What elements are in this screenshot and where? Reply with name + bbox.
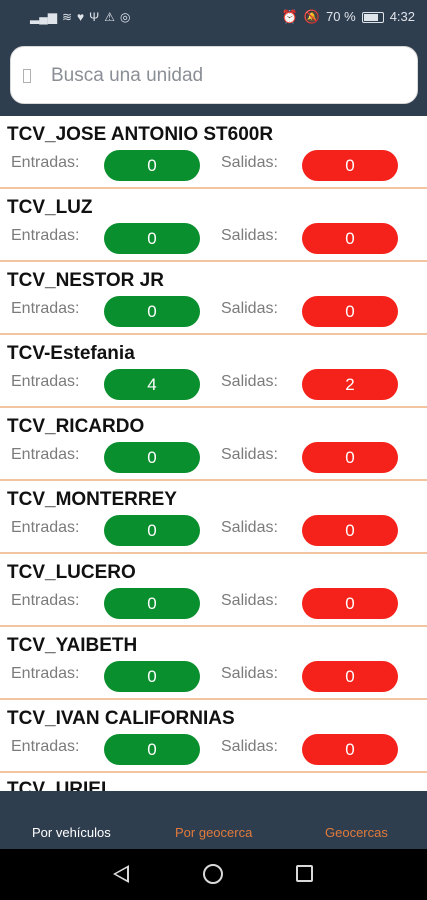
entradas-count[interactable]: 4 — [104, 369, 200, 400]
clock: 4:32 — [389, 9, 415, 24]
tab-por-geocerca[interactable]: Por geocerca — [175, 825, 252, 840]
entradas-label: Entradas: — [11, 592, 80, 609]
unit-list[interactable]: TCV_JOSE ANTONIO ST600R Entradas: 0 Sali… — [0, 116, 427, 791]
tab-por-vehiculos[interactable]: Por vehículos — [32, 825, 111, 840]
unit-name: TCV-Estefania — [7, 343, 135, 364]
entradas-count[interactable]: 0 — [104, 223, 200, 254]
salidas-label: Salidas: — [221, 227, 278, 244]
warning-icon: ⚠ — [104, 10, 115, 24]
battery-icon — [361, 11, 384, 23]
list-item[interactable]: TCV-Estefania Entradas: 4 Salidas: 2 — [0, 335, 427, 408]
entradas-count[interactable]: 0 — [104, 150, 200, 181]
salidas-count[interactable]: 0 — [302, 515, 398, 546]
wifi-icon: ≋ — [61, 10, 73, 24]
list-item[interactable]: TCV_JOSE ANTONIO ST600R Entradas: 0 Sali… — [0, 116, 427, 189]
search-header — [0, 36, 427, 116]
entradas-label: Entradas: — [11, 227, 80, 244]
entradas-count[interactable]: 0 — [104, 661, 200, 692]
salidas-count[interactable]: 0 — [302, 588, 398, 619]
entradas-label: Entradas: — [11, 373, 80, 390]
salidas-label: Salidas: — [221, 592, 278, 609]
status-icons-left: ▂▄▆ ≋ ♥ Ψ ⚠ ◎ — [30, 10, 130, 24]
unit-name: TCV_YAIBETH — [7, 635, 138, 656]
list-item[interactable]: TCV_YAIBETH Entradas: 0 Salidas: 0 — [0, 627, 427, 700]
bottom-tab-bar: Por vehículos Por geocerca Geocercas — [0, 791, 427, 849]
unit-name: TCV_LUZ — [7, 197, 93, 218]
salidas-label: Salidas: — [221, 519, 278, 536]
salidas-label: Salidas: — [221, 738, 278, 755]
unit-name: TCV_URIEL — [7, 779, 113, 791]
salidas-label: Salidas: — [221, 154, 278, 171]
unit-name: TCV_JOSE ANTONIO ST600R — [7, 124, 274, 145]
entradas-count[interactable]: 0 — [104, 588, 200, 619]
list-item[interactable]: TCV_MONTERREY Entradas: 0 Salidas: 0 — [0, 481, 427, 554]
entradas-label: Entradas: — [11, 665, 80, 682]
entradas-label: Entradas: — [11, 154, 80, 171]
search-input[interactable] — [51, 57, 401, 95]
salidas-count[interactable]: 0 — [302, 734, 398, 765]
entradas-label: Entradas: — [11, 738, 80, 755]
entradas-label: Entradas: — [11, 446, 80, 463]
android-nav-bar — [0, 849, 427, 900]
list-item[interactable]: TCV_LUZ Entradas: 0 Salidas: 0 — [0, 189, 427, 262]
salidas-count[interactable]: 0 — [302, 223, 398, 254]
back-icon[interactable] — [113, 865, 129, 883]
battery-percent: 70 % — [326, 9, 356, 24]
signal-icon: ▂▄▆ — [30, 10, 57, 24]
salidas-count[interactable]: 2 — [302, 369, 398, 400]
salidas-count[interactable]: 0 — [302, 150, 398, 181]
unit-name: TCV_LUCERO — [7, 562, 136, 583]
entradas-count[interactable]: 0 — [104, 734, 200, 765]
salidas-label: Salidas: — [221, 665, 278, 682]
search-icon — [23, 69, 31, 83]
entradas-count[interactable]: 0 — [104, 442, 200, 473]
home-icon[interactable] — [203, 864, 223, 884]
alarm-icon: ⏰ — [281, 9, 298, 24]
salidas-label: Salidas: — [221, 446, 278, 463]
unit-name: TCV_MONTERREY — [7, 489, 177, 510]
list-item[interactable]: TCV_RICARDO Entradas: 0 Salidas: 0 — [0, 408, 427, 481]
tab-geocercas[interactable]: Geocercas — [325, 825, 388, 840]
unit-name: TCV_RICARDO — [7, 416, 145, 437]
search-box[interactable] — [10, 46, 418, 104]
heart-icon: ♥ — [77, 10, 85, 24]
mute-icon: 🔕 — [303, 9, 321, 24]
salidas-count[interactable]: 0 — [302, 661, 398, 692]
salidas-label: Salidas: — [221, 300, 278, 317]
recents-icon[interactable] — [296, 865, 313, 882]
usb-icon: Ψ — [89, 10, 100, 24]
status-bar: ▂▄▆ ≋ ♥ Ψ ⚠ ◎ ⏰ 🔕 70 % 4:32 — [0, 0, 427, 36]
app-screen: ▂▄▆ ≋ ♥ Ψ ⚠ ◎ ⏰ 🔕 70 % 4:32 TCV_JOSE ANT… — [0, 0, 427, 900]
salidas-count[interactable]: 0 — [302, 296, 398, 327]
list-item-partial[interactable]: TCV_URIEL — [0, 773, 427, 791]
entradas-label: Entradas: — [11, 519, 80, 536]
entradas-count[interactable]: 0 — [104, 296, 200, 327]
salidas-count[interactable]: 0 — [302, 442, 398, 473]
salidas-label: Salidas: — [221, 373, 278, 390]
unit-name: TCV_NESTOR JR — [7, 270, 164, 291]
list-item[interactable]: TCV_NESTOR JR Entradas: 0 Salidas: 0 — [0, 262, 427, 335]
status-icons-right: ⏰ 🔕 70 % 4:32 — [282, 10, 415, 24]
list-item[interactable]: TCV_IVAN CALIFORNIAS Entradas: 0 Salidas… — [0, 700, 427, 773]
unit-name: TCV_IVAN CALIFORNIAS — [7, 708, 235, 729]
entradas-count[interactable]: 0 — [104, 515, 200, 546]
whatsapp-icon: ◎ — [119, 10, 131, 24]
list-item[interactable]: TCV_LUCERO Entradas: 0 Salidas: 0 — [0, 554, 427, 627]
entradas-label: Entradas: — [11, 300, 80, 317]
